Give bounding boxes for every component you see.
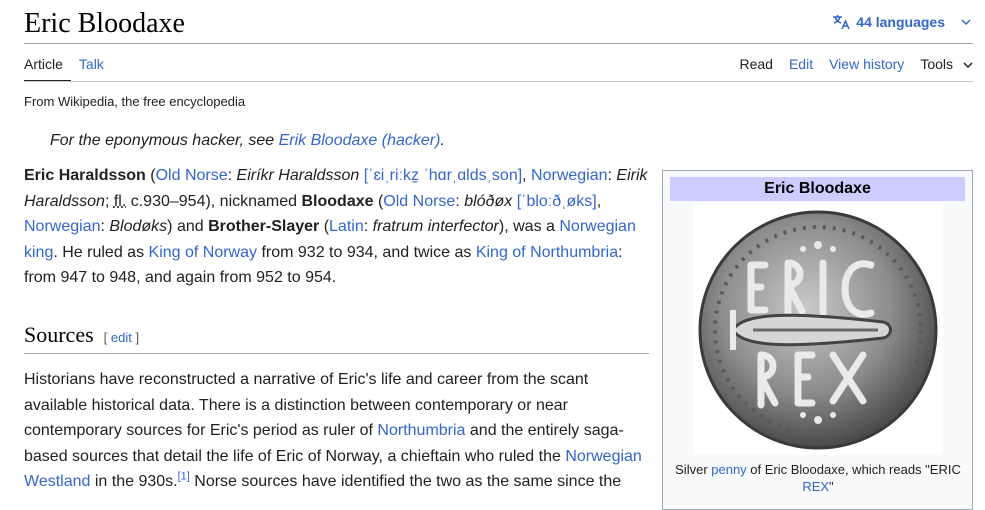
- languages-button[interactable]: 44 languages: [832, 14, 971, 30]
- text: (: [145, 167, 156, 184]
- hatnote: For the eponymous hacker, see Erik Blood…: [50, 132, 445, 150]
- text: Norse sources have identified the two as…: [189, 473, 622, 490]
- edit-bracket-open: [: [103, 330, 111, 345]
- link-latin[interactable]: Latin: [329, 218, 364, 235]
- coin-image[interactable]: [693, 205, 943, 455]
- text: ;: [104, 192, 114, 210]
- tools-label: Tools: [920, 56, 953, 72]
- infobox-title: Eric Bloodaxe: [670, 177, 965, 201]
- translate-icon: [832, 14, 850, 30]
- bold-brother-slayer: Brother-Slayer: [208, 218, 320, 235]
- hatnote-text-end: .: [440, 132, 445, 149]
- chevron-down-icon: [963, 56, 973, 72]
- text: from 932 to 934, and twice as: [257, 243, 476, 261]
- tab-read[interactable]: Read: [740, 56, 773, 72]
- link-old-norse[interactable]: Old Norse: [156, 167, 228, 184]
- link-king-of-norway[interactable]: King of Norway: [149, 244, 258, 261]
- citation-1[interactable]: [1]: [178, 471, 190, 483]
- chevron-down-icon: [961, 18, 971, 26]
- text: ,: [522, 167, 532, 184]
- page-title: Eric Bloodaxe: [24, 8, 185, 39]
- tab-article[interactable]: Article: [24, 56, 71, 82]
- tab-edit[interactable]: Edit: [789, 56, 813, 72]
- caption-text: Silver: [675, 462, 712, 477]
- link-ipa[interactable]: [ˈɛiˌriːkz̠ ˈhɑrˌɑldsˌson]: [364, 167, 522, 184]
- link-rex[interactable]: REX: [802, 479, 829, 494]
- text: in the 930s.: [90, 473, 178, 490]
- tools-menu[interactable]: Tools: [920, 56, 973, 72]
- bold-name: Eric Haraldsson: [24, 167, 146, 184]
- italic-text: blóðøx: [464, 192, 513, 210]
- edit-bracket-close: ]: [131, 330, 140, 345]
- text: c.930–954), nicknamed: [126, 192, 302, 210]
- text: . He ruled as: [53, 243, 149, 261]
- italic-text: Blodøks: [109, 218, 168, 235]
- link-norwegian-2[interactable]: Norwegian: [24, 218, 100, 235]
- languages-label: 44 languages: [856, 14, 945, 30]
- link-old-norse-2[interactable]: Old Norse: [383, 193, 455, 210]
- text: (: [319, 218, 330, 235]
- text: :: [363, 218, 373, 235]
- link-ipa-2[interactable]: [ˈbloːðˌøks]: [517, 193, 597, 210]
- section-heading-sources: Sources [ edit ]: [24, 322, 649, 354]
- caption-text: of Eric Bloodaxe, which reads "ERIC: [746, 462, 961, 477]
- tab-view-history[interactable]: View history: [829, 56, 904, 72]
- infobox-caption: Silver penny of Eric Bloodaxe, which rea…: [668, 461, 968, 495]
- title-divider: [24, 43, 973, 44]
- text: ) and: [167, 218, 209, 235]
- tab-talk[interactable]: Talk: [79, 56, 112, 82]
- section-title: Sources: [24, 322, 94, 347]
- tagline: From Wikipedia, the free encyclopedia: [24, 94, 246, 109]
- hatnote-text: For the eponymous hacker, see: [50, 132, 279, 149]
- text: (: [373, 192, 384, 210]
- edit-link[interactable]: edit: [111, 330, 132, 345]
- link-norwegian[interactable]: Norwegian: [531, 167, 607, 184]
- italic-text: fratrum interfector: [372, 218, 499, 235]
- sources-paragraph: Historians have reconstructed a narrativ…: [24, 367, 649, 495]
- text: :: [455, 192, 465, 210]
- link-northumbria[interactable]: Northumbria: [377, 422, 465, 439]
- text: ,: [596, 192, 602, 210]
- italic-text: Eiríkr Haraldsson: [236, 167, 360, 184]
- section-edit-link: [ edit ]: [104, 330, 139, 345]
- link-king-of-northumbria[interactable]: King of Northumbria: [476, 244, 618, 261]
- bold-bloodaxe: Bloodaxe: [301, 192, 374, 210]
- hatnote-link[interactable]: Erik Bloodaxe (hacker): [279, 132, 441, 149]
- text: ), was a: [498, 218, 560, 235]
- abbr-floruit[interactable]: fl.: [114, 193, 126, 210]
- link-penny[interactable]: penny: [711, 462, 746, 477]
- caption-text: ": [829, 479, 834, 494]
- namespace-tabs: Article Talk: [24, 56, 120, 82]
- view-tabs: Read Edit View history Tools: [740, 56, 974, 72]
- infobox: Eric Bloodaxe Silver penny of Eric Blood…: [662, 170, 973, 510]
- tabs-divider: [24, 81, 973, 82]
- text: :: [227, 167, 237, 184]
- intro-paragraph: Eric Haraldsson (Old Norse: Eiríkr Haral…: [24, 163, 649, 291]
